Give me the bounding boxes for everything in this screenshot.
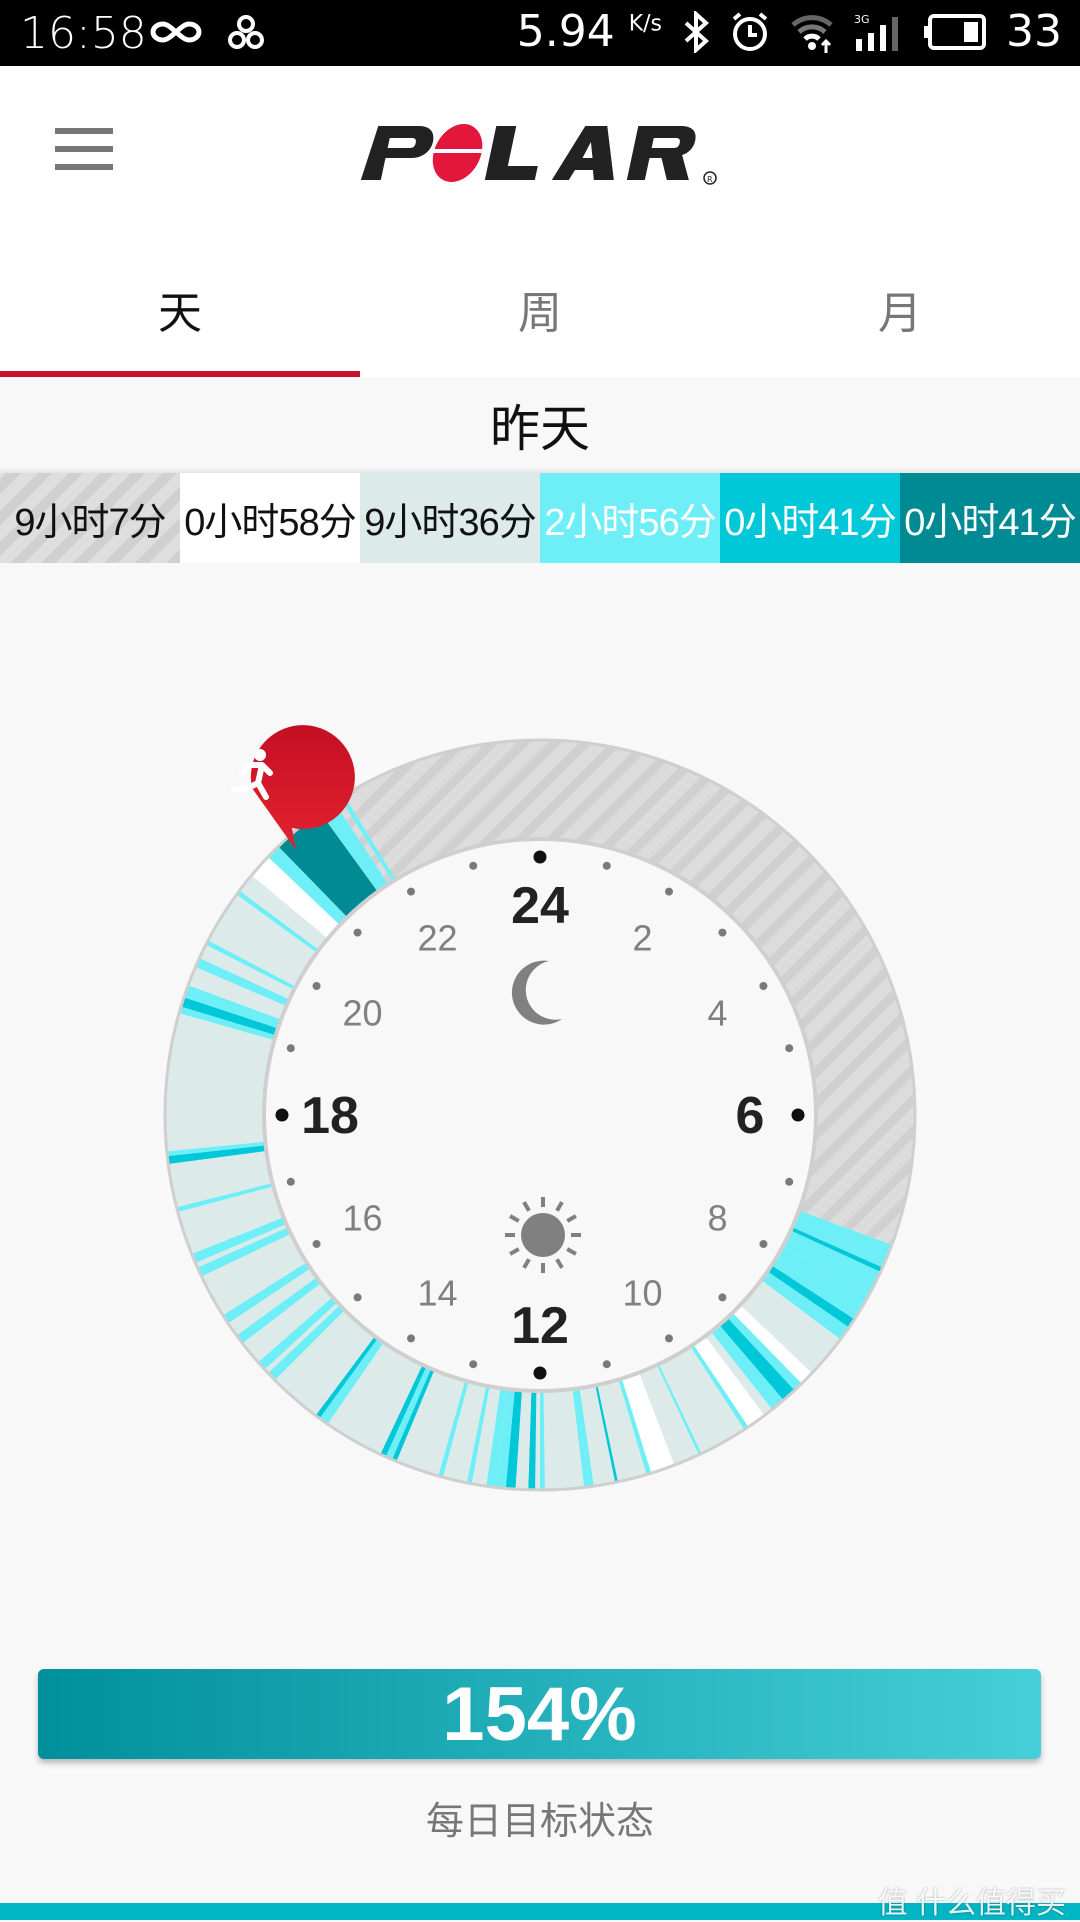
activity-level-max: 0小时41分 xyxy=(900,473,1080,563)
tab-month[interactable]: 月 xyxy=(720,241,1080,377)
hour-label: 10 xyxy=(622,1273,662,1314)
activity-level-sitting: 0小时58分 xyxy=(180,473,360,563)
activity-clock: 24612182481014162022 xyxy=(163,725,917,1492)
hour-tick xyxy=(665,887,673,896)
battery-level: 33 xyxy=(1006,6,1062,57)
hour-label: 2 xyxy=(632,917,652,958)
hamburger-menu-icon[interactable] xyxy=(55,128,113,170)
hour-label: 16 xyxy=(342,1198,382,1239)
hour-tick xyxy=(275,1108,289,1122)
hour-label: 18 xyxy=(301,1087,359,1145)
activity-breakdown-bar: 9小时7分 0小时58分 9小时36分 2小时56分 0小时41分 0小时41分 xyxy=(0,473,1080,563)
hour-tick xyxy=(602,1360,611,1369)
tab-day[interactable]: 天 xyxy=(0,241,360,377)
hour-tick xyxy=(353,928,362,937)
battery-icon xyxy=(924,13,986,50)
bluetooth-icon xyxy=(684,10,709,53)
activity-level-high: 0小时41分 xyxy=(720,473,900,563)
hour-label: 8 xyxy=(708,1198,728,1239)
hour-tick xyxy=(665,1334,673,1343)
hour-tick xyxy=(312,982,321,990)
svg-text:3G: 3G xyxy=(854,13,870,26)
hour-label: 20 xyxy=(342,993,382,1034)
hour-label: 24 xyxy=(511,877,569,935)
hour-tick xyxy=(407,1334,415,1343)
goal-percent: 154% xyxy=(442,1671,637,1757)
status-bar: 16:58 5.94 K/s 3G 33 xyxy=(0,0,1080,66)
hour-tick xyxy=(312,1240,321,1248)
activity-level-rest: 9小时7分 xyxy=(0,473,180,563)
app-bar: R POLAR xyxy=(0,66,1080,241)
hour-tick xyxy=(791,1108,805,1122)
period-tabs: 天 周 月 xyxy=(0,241,1080,377)
watermark: 值 什么值得买 xyxy=(877,1887,1066,1920)
hour-tick xyxy=(407,887,415,896)
infinity-icon xyxy=(150,21,202,43)
hour-tick xyxy=(759,982,768,990)
hour-tick xyxy=(353,1293,362,1302)
network-speed: 5.94 K/s xyxy=(516,6,662,57)
hour-tick xyxy=(759,1240,768,1248)
activity-level-medium: 2小时56分 xyxy=(540,473,720,563)
daily-goal-progress-bar: 154% xyxy=(38,1669,1041,1759)
goal-label: 每日目标状态 xyxy=(425,1801,654,1843)
hour-tick xyxy=(533,850,547,864)
hour-label: 12 xyxy=(511,1297,569,1355)
alarm-icon xyxy=(732,11,768,51)
wifi-icon xyxy=(791,14,833,53)
svg-text:R: R xyxy=(707,175,713,184)
hour-tick xyxy=(469,1360,478,1369)
hour-label: 4 xyxy=(708,993,728,1034)
hour-tick xyxy=(533,1366,547,1380)
status-time: 16:58 xyxy=(20,8,147,59)
day-header: 昨天 xyxy=(490,401,590,457)
signal-3g-icon: 3G xyxy=(854,13,898,51)
hour-tick xyxy=(286,1177,295,1186)
hour-tick xyxy=(286,1044,295,1053)
tab-week[interactable]: 周 xyxy=(360,241,720,377)
hour-tick xyxy=(718,1293,727,1302)
trefoil-icon xyxy=(228,15,264,49)
activity-level-low: 9小时36分 xyxy=(360,473,540,563)
hour-tick xyxy=(785,1044,794,1053)
polar-logo: R POLAR xyxy=(360,124,717,185)
hour-label: 6 xyxy=(736,1087,765,1145)
hour-tick xyxy=(785,1177,794,1186)
hour-label: 22 xyxy=(417,917,457,958)
hour-label: 14 xyxy=(417,1273,457,1314)
hour-tick xyxy=(602,861,611,870)
hour-tick xyxy=(718,928,727,937)
hour-tick xyxy=(469,861,478,870)
